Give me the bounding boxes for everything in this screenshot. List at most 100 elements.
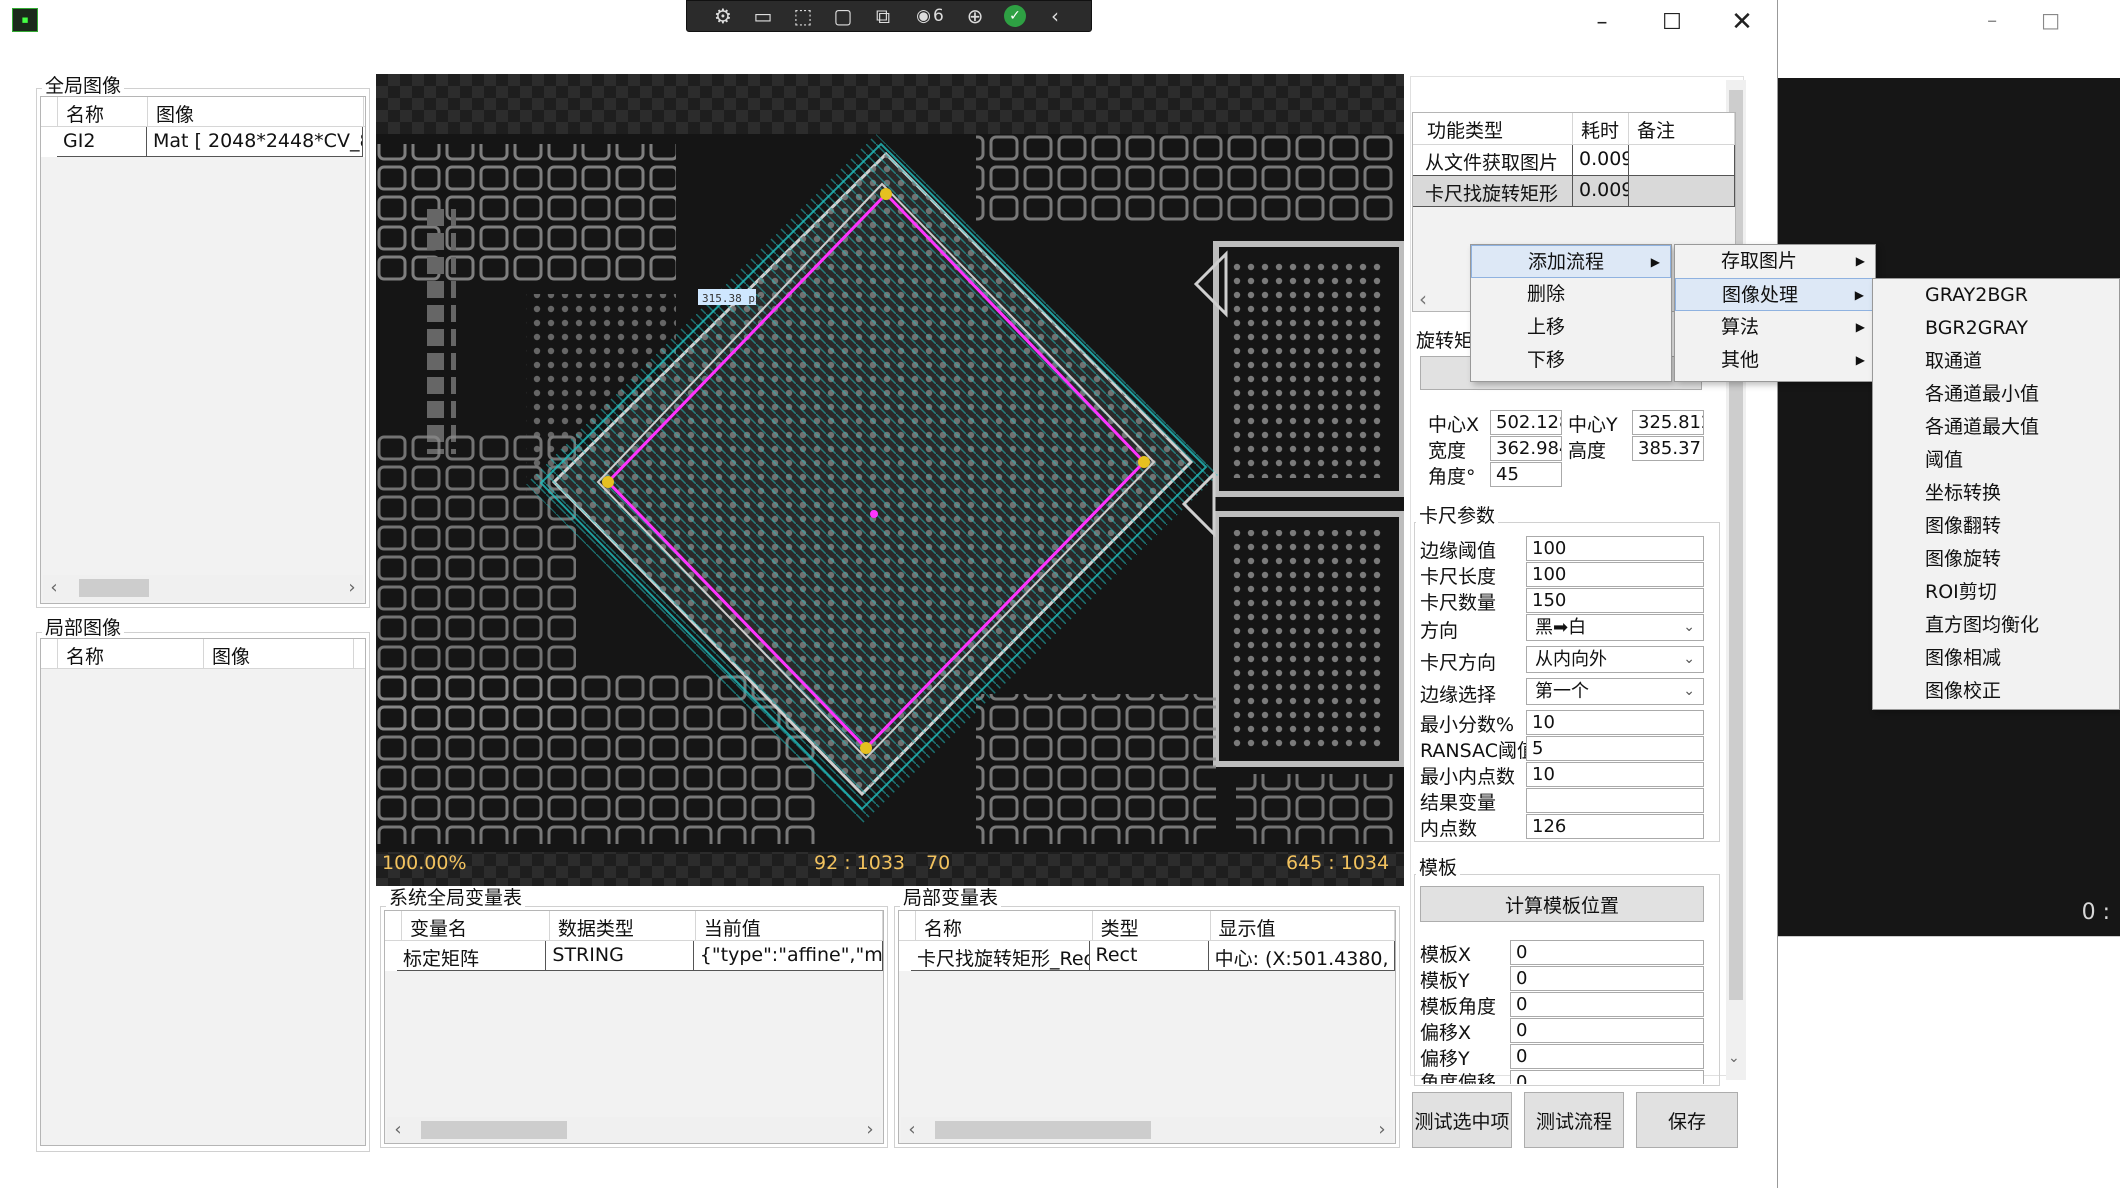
settings-icon[interactable]: ⚙: [707, 3, 739, 29]
angle-field[interactable]: 45: [1490, 462, 1562, 487]
table-row[interactable]: 卡尺找旋转矩形_Rect Rect 中心: (X:501.4380, Y:: [899, 941, 1395, 971]
menu-item-bgr2gray[interactable]: BGR2GRAY: [1873, 312, 2119, 345]
scroll-right-icon[interactable]: ›: [341, 575, 363, 601]
local-vars-grid[interactable]: 名称 类型 显示值 卡尺找旋转矩形_Rect Rect 中心: (X:501.4…: [898, 910, 1396, 1144]
menu-item-image-correction[interactable]: 图像校正: [1873, 675, 2119, 708]
scroll-left-icon[interactable]: ‹: [387, 1117, 409, 1143]
result-var-field[interactable]: [1526, 788, 1704, 813]
table-row[interactable]: 标定矩阵 STRING {"type":"affine","matr: [385, 941, 883, 971]
template-y-field[interactable]: 0: [1510, 966, 1704, 991]
compute-template-button[interactable]: 计算模板位置: [1420, 886, 1704, 922]
image-view[interactable]: 315.38 px 100.00% 92 : 1033 70 645 : 103…: [376, 74, 1404, 886]
menu-item-delete[interactable]: 删除: [1471, 278, 1671, 311]
edge-threshold-field[interactable]: 100: [1526, 536, 1704, 561]
column-header[interactable]: 名称: [916, 911, 1093, 940]
width-label: 宽度: [1428, 440, 1467, 462]
center-x-field[interactable]: 502.128: [1490, 410, 1562, 435]
caliper-length-field[interactable]: 100: [1526, 562, 1704, 587]
test-selected-button[interactable]: 测试选中项: [1412, 1092, 1512, 1148]
horizontal-scrollbar[interactable]: ‹ ›: [387, 1117, 881, 1143]
angle-offset-row-clipped: 角度偏移 0: [1412, 1068, 1722, 1084]
offset-x-field[interactable]: 0: [1510, 1018, 1704, 1043]
menu-item-extract-channel[interactable]: 取通道: [1873, 345, 2119, 378]
inliers-field[interactable]: 126: [1526, 814, 1704, 839]
menu-item-add-flow[interactable]: 添加流程 ▶: [1471, 245, 1671, 278]
scroll-thumb[interactable]: [79, 579, 149, 597]
menu-item-histogram-eq[interactable]: 直方图均衡化: [1873, 609, 2119, 642]
scroll-right-icon[interactable]: ›: [1371, 1117, 1393, 1143]
menu-item-image-processing[interactable]: 图像处理 ▶: [1675, 278, 1875, 311]
min-inliers-field[interactable]: 10: [1526, 762, 1704, 787]
table-row[interactable]: GI2 Mat [ 2048*2448*CV_8UC: [41, 127, 365, 157]
column-header[interactable]: 显示值: [1211, 911, 1395, 940]
column-header[interactable]: 图像: [148, 97, 364, 126]
global-images-grid[interactable]: 名称 图像 GI2 Mat [ 2048*2448*CV_8UC ‹ ›: [40, 96, 366, 604]
menu-item-image-io[interactable]: 存取图片 ▶: [1675, 245, 1875, 278]
column-header[interactable]: 备注: [1629, 113, 1735, 144]
record-count: 6: [933, 6, 944, 26]
local-images-grid[interactable]: 名称 图像: [40, 638, 366, 1146]
caliper-count-field[interactable]: 150: [1526, 588, 1704, 613]
scroll-left-icon[interactable]: ‹: [1419, 287, 1427, 311]
menu-item-image-rotate[interactable]: 图像旋转: [1873, 543, 2119, 576]
height-field[interactable]: 385.371: [1632, 436, 1704, 461]
direction-select[interactable]: 黑➡白 ⌄: [1526, 614, 1704, 641]
image-processing-submenu: GRAY2BGR BGR2GRAY 取通道 各通道最小值 各通道最大值 阈值 坐…: [1872, 278, 2120, 710]
column-header[interactable]: 功能类型: [1413, 113, 1573, 144]
region-select-icon[interactable]: ▢: [827, 3, 859, 29]
maximize-button[interactable]: ☐: [1642, 4, 1702, 40]
scroll-right-icon[interactable]: ›: [859, 1117, 881, 1143]
min-score-field[interactable]: 10: [1526, 710, 1704, 735]
video-camera-icon[interactable]: ▭: [747, 3, 779, 29]
select-cursor-icon[interactable]: ⬚: [787, 3, 819, 29]
save-button[interactable]: 保存: [1636, 1092, 1738, 1148]
menu-item-move-up[interactable]: 上移: [1471, 311, 1671, 344]
template-x-field[interactable]: 0: [1510, 940, 1704, 965]
column-header[interactable]: 数据类型: [550, 911, 696, 940]
width-field[interactable]: 362.984: [1490, 436, 1562, 461]
menu-item-channel-min[interactable]: 各通道最小值: [1873, 378, 2119, 411]
column-header[interactable]: 名称: [58, 97, 148, 126]
flow-row-selected[interactable]: 卡尺找旋转矩形 0.009: [1413, 176, 1735, 207]
record-button[interactable]: ◉ 6: [907, 3, 951, 29]
horizontal-scrollbar[interactable]: ‹ ›: [901, 1117, 1393, 1143]
test-flow-button[interactable]: 测试流程: [1524, 1092, 1624, 1148]
column-header[interactable]: 图像: [204, 639, 354, 668]
flow-row[interactable]: 从文件获取图片 0.009: [1413, 145, 1735, 176]
menu-item-algorithm[interactable]: 算法 ▶: [1675, 311, 1875, 344]
menu-item-channel-max[interactable]: 各通道最大值: [1873, 411, 2119, 444]
menu-item-coord-transform[interactable]: 坐标转换: [1873, 477, 2119, 510]
caliper-direction-select[interactable]: 从内向外 ⌄: [1526, 646, 1704, 673]
horizontal-scrollbar[interactable]: ‹ ›: [43, 575, 363, 601]
center-y-field[interactable]: 325.812: [1632, 410, 1704, 435]
scroll-thumb[interactable]: [935, 1121, 1151, 1139]
offset-y-field[interactable]: 0: [1510, 1044, 1704, 1069]
column-header[interactable]: 名称: [58, 639, 204, 668]
ransac-field[interactable]: 5: [1526, 736, 1704, 761]
column-header[interactable]: 类型: [1093, 911, 1211, 940]
column-header[interactable]: 耗时: [1573, 113, 1629, 144]
menu-item-gray2bgr[interactable]: GRAY2BGR: [1873, 279, 2119, 312]
column-header[interactable]: 当前值: [696, 911, 883, 940]
close-button[interactable]: ✕: [1712, 4, 1772, 40]
menu-item-other[interactable]: 其他 ▶: [1675, 344, 1875, 377]
menu-item-threshold[interactable]: 阈值: [1873, 444, 2119, 477]
menu-item-image-subtract[interactable]: 图像相减: [1873, 642, 2119, 675]
edge-select[interactable]: 第一个 ⌄: [1526, 678, 1704, 705]
column-header[interactable]: 变量名: [402, 911, 550, 940]
confirm-button[interactable]: ✓: [999, 3, 1031, 29]
accessibility-icon[interactable]: ⊕: [959, 3, 991, 29]
collapse-icon[interactable]: ‹: [1039, 3, 1071, 29]
scroll-left-icon[interactable]: ‹: [901, 1117, 923, 1143]
menu-item-move-down[interactable]: 下移: [1471, 344, 1671, 377]
menu-item-image-flip[interactable]: 图像翻转: [1873, 510, 2119, 543]
menu-item-roi-crop[interactable]: ROI剪切: [1873, 576, 2119, 609]
minimize-button[interactable]: –: [1572, 4, 1632, 40]
scroll-thumb[interactable]: [421, 1121, 567, 1139]
scroll-left-icon[interactable]: ‹: [43, 575, 65, 601]
template-angle-field[interactable]: 0: [1510, 992, 1704, 1017]
angle-offset-field[interactable]: 0: [1510, 1070, 1704, 1084]
window-select-icon[interactable]: ⧉: [867, 3, 899, 29]
global-vars-grid[interactable]: 变量名 数据类型 当前值 标定矩阵 STRING {"type":"affine…: [384, 910, 884, 1144]
scroll-down-icon[interactable]: ⌄: [1728, 1050, 1740, 1066]
